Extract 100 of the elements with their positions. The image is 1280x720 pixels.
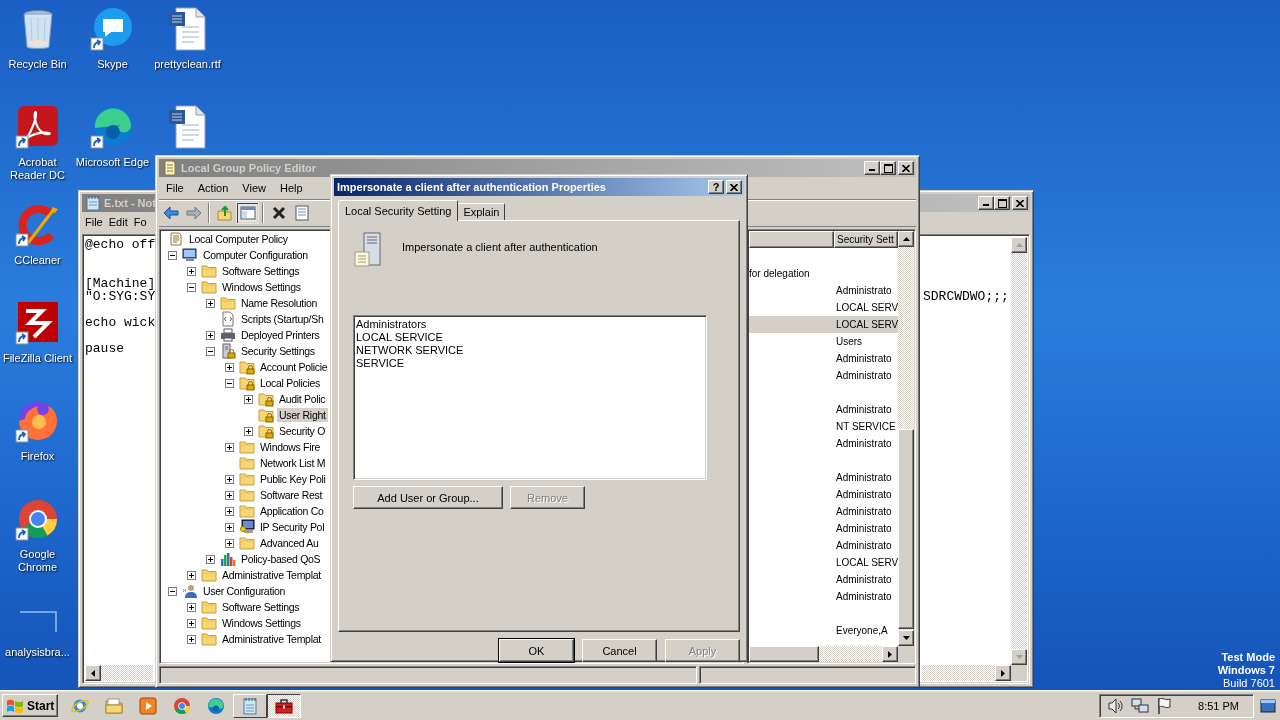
tree-item[interactable]: Account Policie xyxy=(258,360,330,374)
icon-label[interactable]: Skype xyxy=(97,58,128,71)
list-row[interactable]: LOCAL SERV xyxy=(749,299,898,316)
tree-item[interactable]: User Right xyxy=(277,408,328,422)
tree-item[interactable]: Name Resolution xyxy=(239,296,320,310)
expand-icon[interactable] xyxy=(244,394,253,404)
expand-icon[interactable] xyxy=(225,490,234,500)
scroll-button[interactable] xyxy=(1011,649,1027,665)
tree-item[interactable]: Policy-based QoS xyxy=(239,552,323,566)
tree-item[interactable]: Software Rest xyxy=(258,488,325,502)
list-item[interactable]: LOCAL SERVICE xyxy=(356,331,445,344)
tree-item[interactable]: Software Settings xyxy=(220,600,302,614)
minimize-button[interactable] xyxy=(864,161,880,175)
column-header[interactable] xyxy=(749,231,834,248)
clock[interactable]: 8:51 PM xyxy=(1198,699,1239,712)
tree-item[interactable]: Security Settings xyxy=(239,344,317,358)
icon-label[interactable]: Recycle Bin xyxy=(8,58,67,71)
expand-icon[interactable] xyxy=(225,506,234,516)
horizontal-scrollbar[interactable] xyxy=(749,646,898,662)
list-row[interactable]: LOCAL SERV xyxy=(749,316,898,333)
close-button[interactable] xyxy=(726,180,742,194)
list-row[interactable]: Administrato xyxy=(749,350,898,367)
expand-icon[interactable] xyxy=(225,474,234,484)
tree-item[interactable]: Administrative Templat xyxy=(220,632,323,646)
list-row[interactable]: Administrato xyxy=(749,486,898,503)
menu-item[interactable]: Fo xyxy=(130,216,150,228)
tab[interactable]: Explain xyxy=(457,203,506,220)
collapse-icon[interactable] xyxy=(168,250,177,260)
list-row[interactable]: Everyone,A xyxy=(749,622,898,639)
maximize-button[interactable] xyxy=(880,161,896,175)
expand-icon[interactable] xyxy=(187,618,196,628)
icon-label[interactable]: prettyclean.rtf xyxy=(154,58,221,71)
list-row[interactable]: Administrato xyxy=(749,571,898,588)
tree-item[interactable]: Local Policies xyxy=(258,376,322,390)
tree-item[interactable]: Windows Fire xyxy=(258,440,322,454)
scroll-button[interactable] xyxy=(85,665,101,681)
tree-item[interactable]: Scripts (Startup/Sh xyxy=(239,312,326,326)
expand-icon[interactable] xyxy=(244,426,253,436)
vertical-scrollbar[interactable] xyxy=(1011,237,1027,665)
expand-icon[interactable] xyxy=(225,362,234,372)
icon-label[interactable]: CCleaner xyxy=(14,254,61,267)
icon-label[interactable]: Firefox xyxy=(20,450,55,463)
push-button[interactable]: OK xyxy=(499,639,574,662)
member-list[interactable]: Administrators LOCAL SERVICE NETWORK SERVICE SERVICE xyxy=(353,315,707,480)
taskbar-button[interactable] xyxy=(267,693,301,718)
show-desktop-icon[interactable] xyxy=(1260,697,1276,714)
scroll-button[interactable] xyxy=(898,630,914,646)
tree-item[interactable]: Network List M xyxy=(258,456,328,470)
collapse-icon[interactable] xyxy=(206,346,215,356)
list-row[interactable]: for delegation xyxy=(749,265,898,282)
list-row[interactable]: Users xyxy=(749,333,898,350)
menu-item[interactable]: File xyxy=(159,182,191,194)
list-row[interactable]: Administrato xyxy=(749,469,898,486)
push-button[interactable]: Add User or Group... xyxy=(353,486,503,509)
expand-icon[interactable] xyxy=(187,634,196,644)
list-row[interactable]: Administrato xyxy=(749,520,898,537)
expand-icon[interactable] xyxy=(206,330,215,340)
push-button[interactable]: Cancel xyxy=(582,639,657,662)
expand-icon[interactable] xyxy=(206,554,215,564)
browser-icon[interactable] xyxy=(206,695,226,716)
list-row[interactable]: NT SERVICE xyxy=(749,418,898,435)
scroll-button[interactable] xyxy=(882,646,898,662)
tree-item[interactable]: Advanced Au xyxy=(258,536,321,550)
menu-item[interactable]: Help xyxy=(272,182,310,194)
list-row[interactable]: Administrato xyxy=(749,401,898,418)
tree-item[interactable]: IP Security Pol xyxy=(258,520,327,534)
menu-item[interactable]: View xyxy=(235,182,273,194)
list-item[interactable]: SERVICE xyxy=(356,357,407,370)
tree-item[interactable]: Local Computer Policy xyxy=(187,232,290,246)
list-row[interactable]: Administrato xyxy=(749,503,898,520)
expand-icon[interactable] xyxy=(225,442,234,452)
list-row[interactable]: Administrato xyxy=(749,537,898,554)
expand-icon[interactable] xyxy=(225,522,234,532)
list-row[interactable]: Administrato xyxy=(749,588,898,605)
expand-icon[interactable] xyxy=(206,298,215,308)
network-icon[interactable] xyxy=(1130,695,1151,716)
tree-item[interactable]: Audit Polic xyxy=(277,392,328,406)
icon-label[interactable]: Google Chrome xyxy=(0,548,75,574)
menu-item[interactable]: Edit xyxy=(105,216,131,228)
scroll-button[interactable] xyxy=(1011,237,1027,253)
tree-item[interactable]: Software Settings xyxy=(220,264,302,278)
tree-item[interactable]: Computer Configuration xyxy=(201,248,310,262)
list-item[interactable]: Administrators xyxy=(356,318,429,331)
tree-item[interactable]: Security O xyxy=(277,424,327,438)
folder-icon[interactable] xyxy=(104,695,124,716)
icon-label[interactable]: analysisbra... xyxy=(5,646,70,659)
tree-item[interactable]: Windows Settings xyxy=(220,616,303,630)
expand-icon[interactable] xyxy=(187,570,196,580)
list-item[interactable]: NETWORK SERVICE xyxy=(356,344,466,357)
expand-icon[interactable] xyxy=(187,266,196,276)
column-header[interactable]: Security Sett xyxy=(834,231,898,248)
tree-item[interactable]: User Configuration xyxy=(201,584,288,598)
list-row[interactable]: LOCAL SERV xyxy=(749,554,898,571)
list-row[interactable]: Administrato xyxy=(749,282,898,299)
menu-item[interactable]: File xyxy=(82,216,106,228)
expand-icon[interactable] xyxy=(225,538,234,548)
browser-icon[interactable] xyxy=(172,695,192,716)
tree-item[interactable]: Application Co xyxy=(258,504,326,518)
collapse-icon[interactable] xyxy=(225,378,234,388)
maximize-button[interactable] xyxy=(994,196,1010,210)
